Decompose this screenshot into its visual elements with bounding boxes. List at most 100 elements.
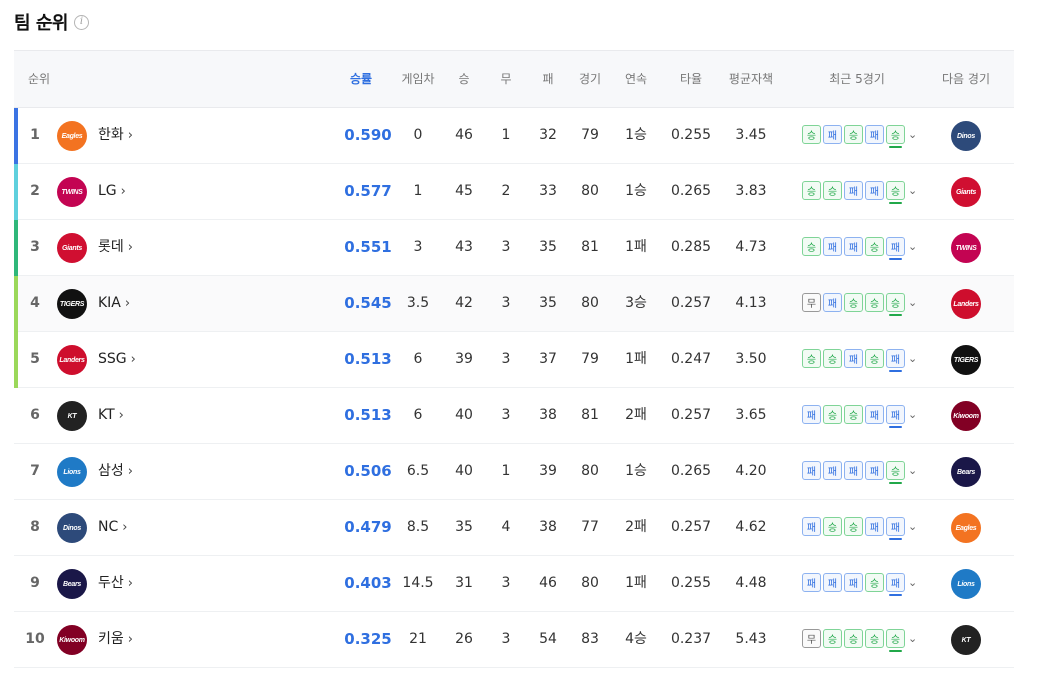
team-link[interactable]: 키움 › bbox=[98, 612, 133, 667]
table-row[interactable]: 7 Lions 삼성 › 0.506 6.5 40 1 39 80 1승 0.265 4.20 패 패 패 패 승… bbox=[14, 444, 1014, 500]
chevron-down-icon[interactable]: ⌄ bbox=[908, 573, 917, 592]
chevron-down-icon[interactable]: ⌄ bbox=[908, 461, 917, 480]
next-opponent-logo-icon[interactable]: TIGERS bbox=[951, 345, 981, 375]
chevron-right-icon: › bbox=[124, 296, 131, 311]
col-streak[interactable]: 연속 bbox=[625, 51, 647, 107]
result-badge: 승 bbox=[802, 237, 821, 256]
stat-l: 54 bbox=[539, 631, 557, 647]
col-era[interactable]: 평균자책 bbox=[729, 51, 773, 107]
result-badge: 승 bbox=[865, 237, 884, 256]
team-name: 삼성 bbox=[98, 463, 124, 479]
page-header: 팀 순위 i bbox=[14, 8, 89, 36]
table-row[interactable]: 8 Dinos NC › 0.479 8.5 35 4 38 77 2패 0.257 4.62 패 승 승 패 패… bbox=[14, 500, 1014, 556]
stat-g: 80 bbox=[581, 295, 599, 311]
table-body: 1 Eagles 한화 › 0.590 0 46 1 32 79 1승 0.255 3.45 승 패 승 패 승 ⌄… bbox=[14, 108, 1014, 668]
logo-mark: Dinos bbox=[63, 524, 81, 532]
team-link[interactable]: KT › bbox=[98, 388, 124, 443]
col-wins[interactable]: 승 bbox=[458, 51, 469, 107]
stat-l: 33 bbox=[539, 183, 557, 199]
stat-w: 46 bbox=[455, 127, 473, 143]
team-link[interactable]: 롯데 › bbox=[98, 220, 133, 275]
team-link[interactable]: NC › bbox=[98, 500, 127, 555]
next-opponent-logo-icon[interactable]: Kiwoom bbox=[951, 401, 981, 431]
team-logo-icon: Giants bbox=[57, 233, 87, 263]
stat-pct: 0.513 bbox=[344, 350, 392, 368]
next-opponent-logo-icon[interactable]: Dinos bbox=[951, 121, 981, 151]
chevron-right-icon: › bbox=[130, 352, 136, 367]
next-opponent-logo-icon[interactable]: TWINS bbox=[951, 233, 981, 263]
chevron-down-icon[interactable]: ⌄ bbox=[908, 293, 917, 312]
next-opponent-logo-icon[interactable]: Landers bbox=[951, 289, 981, 319]
table-row[interactable]: 9 Bears 두산 › 0.403 14.5 31 3 46 80 1패 0.255 4.48 패 패 패 승… bbox=[14, 556, 1014, 612]
table-row[interactable]: 4 TIGERS KIA › 0.545 3.5 42 3 35 80 3승 0.257 4.13 무 패 승… bbox=[14, 276, 1014, 332]
col-rank[interactable]: 순위 bbox=[28, 51, 50, 107]
logo-mark: TWINS bbox=[955, 244, 977, 252]
result-badge: 승 bbox=[886, 125, 905, 148]
table-row[interactable]: 3 Giants 롯데 › 0.551 3 43 3 35 81 1패 0.285 4.73 승 패 패 승 패 ⌄… bbox=[14, 220, 1014, 276]
team-logo-icon: Dinos bbox=[57, 513, 87, 543]
stat-w: 39 bbox=[455, 351, 473, 367]
chevron-down-icon[interactable]: ⌄ bbox=[908, 125, 917, 144]
stat-streak: 4승 bbox=[625, 631, 647, 647]
team-logo-icon: Kiwoom bbox=[57, 625, 87, 655]
team-link[interactable]: 삼성 › bbox=[98, 444, 133, 499]
stat-g: 79 bbox=[581, 127, 599, 143]
rank-cell: 5 bbox=[30, 351, 40, 367]
chevron-right-icon: › bbox=[127, 632, 133, 647]
logo-mark: Landers bbox=[59, 356, 85, 364]
col-games[interactable]: 경기 bbox=[579, 51, 601, 107]
chevron-down-icon[interactable]: ⌄ bbox=[908, 237, 917, 256]
recent-results: 승 패 패 승 패 ⌄ bbox=[802, 237, 917, 260]
stat-gb: 21 bbox=[409, 631, 427, 647]
table-row[interactable]: 2 TWINS LG › 0.577 1 45 2 33 80 1승 0.265 3.83 승 승 패 패 승 ⌄ G… bbox=[14, 164, 1014, 220]
stat-era: 4.48 bbox=[735, 575, 767, 591]
table-row[interactable]: 6 KT KT › 0.513 6 40 3 38 81 2패 0.257 3.65 패 승 승 패 패 ⌄ Kiwo… bbox=[14, 388, 1014, 444]
next-opponent-logo-icon[interactable]: Giants bbox=[951, 177, 981, 207]
table-row[interactable]: 5 Landers SSG › 0.513 6 39 3 37 79 1패 0.247 3.50 승 승 패 승… bbox=[14, 332, 1014, 388]
stat-gb: 0 bbox=[413, 127, 423, 143]
stat-d: 1 bbox=[501, 127, 511, 143]
stat-w: 40 bbox=[455, 463, 473, 479]
rank-cell: 3 bbox=[30, 239, 40, 255]
col-avg[interactable]: 타율 bbox=[680, 51, 702, 107]
recent-results: 패 승 승 패 패 ⌄ bbox=[802, 517, 917, 540]
result-badge: 승 bbox=[823, 405, 842, 424]
logo-mark: Lions bbox=[63, 468, 81, 476]
stat-d: 4 bbox=[501, 519, 511, 535]
team-link[interactable]: LG › bbox=[98, 164, 126, 219]
team-logo-icon: Landers bbox=[57, 345, 87, 375]
stat-streak: 1승 bbox=[625, 127, 647, 143]
result-badge: 패 bbox=[844, 461, 863, 480]
stat-g: 80 bbox=[581, 575, 599, 591]
next-opponent-logo-icon[interactable]: Bears bbox=[951, 457, 981, 487]
next-opponent-logo-icon[interactable]: KT bbox=[951, 625, 981, 655]
logo-mark: Lions bbox=[957, 580, 975, 588]
team-link[interactable]: SSG › bbox=[98, 332, 136, 387]
chevron-down-icon[interactable]: ⌄ bbox=[908, 517, 917, 536]
chevron-down-icon[interactable]: ⌄ bbox=[908, 629, 917, 648]
col-pct[interactable]: 승률 bbox=[350, 51, 372, 107]
col-gb[interactable]: 게임차 bbox=[401, 51, 434, 107]
col-losses[interactable]: 패 bbox=[542, 51, 553, 107]
chevron-down-icon[interactable]: ⌄ bbox=[908, 349, 917, 368]
next-opponent-logo-icon[interactable]: Eagles bbox=[951, 513, 981, 543]
chevron-down-icon[interactable]: ⌄ bbox=[908, 181, 917, 200]
info-icon[interactable]: i bbox=[73, 14, 89, 30]
table-row[interactable]: 10 Kiwoom 키움 › 0.325 21 26 3 54 83 4승 0.237 5.43 무 승 승 승… bbox=[14, 612, 1014, 668]
rank-cell: 7 bbox=[30, 463, 40, 479]
team-logo-icon: TWINS bbox=[57, 177, 87, 207]
stat-g: 83 bbox=[581, 631, 599, 647]
stat-d: 2 bbox=[501, 183, 511, 199]
team-link[interactable]: 한화 › bbox=[98, 108, 133, 163]
stat-d: 3 bbox=[501, 407, 511, 423]
team-name: KIA bbox=[98, 295, 121, 311]
table-row[interactable]: 1 Eagles 한화 › 0.590 0 46 1 32 79 1승 0.255 3.45 승 패 승 패 승 ⌄… bbox=[14, 108, 1014, 164]
team-link[interactable]: KIA › bbox=[98, 276, 130, 331]
result-badge: 패 bbox=[886, 237, 905, 260]
next-opponent-logo-icon[interactable]: Lions bbox=[951, 569, 981, 599]
chevron-down-icon[interactable]: ⌄ bbox=[908, 405, 917, 424]
stat-d: 3 bbox=[501, 295, 511, 311]
stat-era: 3.50 bbox=[735, 351, 767, 367]
col-draws[interactable]: 무 bbox=[500, 51, 511, 107]
team-link[interactable]: 두산 › bbox=[98, 556, 133, 611]
